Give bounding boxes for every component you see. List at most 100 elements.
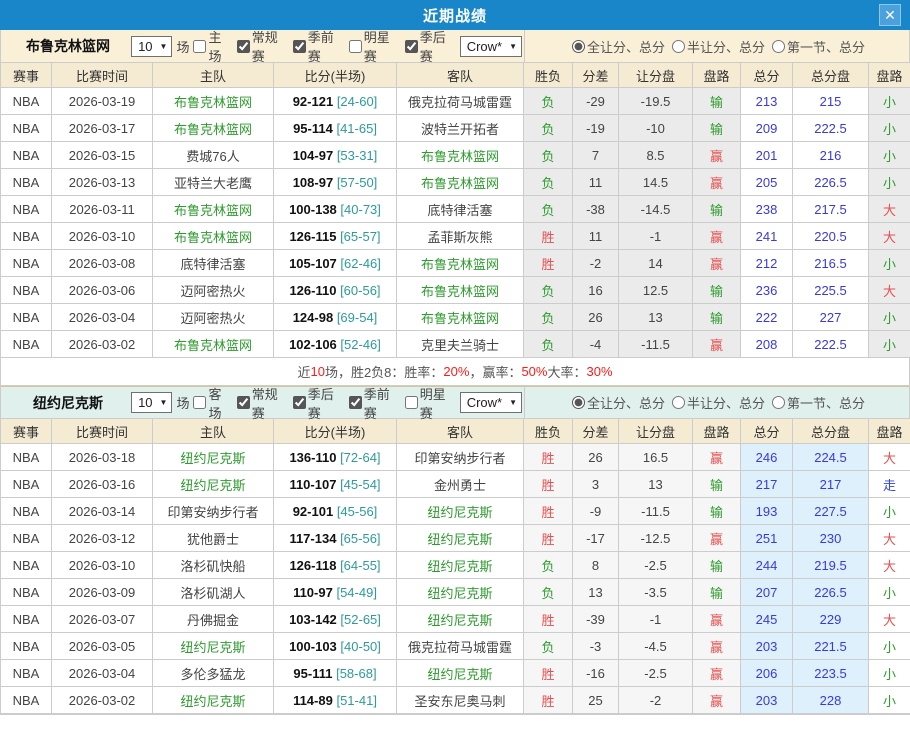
- filter-checkbox-0[interactable]: 主场: [190, 27, 233, 65]
- filter-checkbox-1[interactable]: 常规赛: [234, 27, 290, 65]
- cell-total-points: 251: [741, 525, 793, 552]
- filter-checkbox-3[interactable]: 明星赛: [346, 27, 402, 65]
- cell-league: NBA: [1, 660, 52, 687]
- checkbox-input[interactable]: [405, 396, 418, 409]
- filter-checkbox-1[interactable]: 常规赛: [234, 384, 290, 422]
- cell-win-loss: 负: [524, 331, 573, 358]
- filter-checkbox-4[interactable]: 季后赛: [402, 27, 458, 65]
- filter-checkbox-3[interactable]: 季前赛: [346, 384, 402, 422]
- cell-point-diff: 11: [573, 223, 619, 250]
- cell-win-loss: 负: [524, 115, 573, 142]
- table-row: NBA2026-03-09洛杉矶湖人110-97 [54-49]纽约尼克斯负13…: [1, 579, 910, 606]
- half-time-score: [57-50]: [337, 175, 377, 190]
- checkbox-input[interactable]: [405, 40, 418, 53]
- cell-total-result: 大: [869, 223, 910, 250]
- half-time-score: [51-41]: [336, 693, 376, 708]
- cell-score: 95-111 [58-68]: [274, 660, 397, 687]
- half-time-score: [65-56]: [340, 531, 380, 546]
- scope-radio-0[interactable]: 全让分、总分: [569, 393, 665, 412]
- checkbox-input[interactable]: [237, 40, 250, 53]
- odds-company-select[interactable]: Crow*▼: [460, 392, 522, 413]
- cell-win-loss: 胜: [524, 525, 573, 552]
- cell-total-points: 203: [741, 633, 793, 660]
- cell-away-team: 纽约尼克斯: [397, 606, 524, 633]
- cell-total-line: 227.5: [793, 498, 869, 525]
- half-time-score: [72-64]: [340, 450, 380, 465]
- radio-input[interactable]: [672, 396, 685, 409]
- cell-total-result: 小: [869, 169, 910, 196]
- full-time-score: 105-107: [289, 256, 337, 271]
- odds-company-select[interactable]: Crow*▼: [460, 36, 522, 57]
- cell-handicap-line: 13: [619, 471, 693, 498]
- cell-total-points: 241: [741, 223, 793, 250]
- radio-input[interactable]: [572, 396, 585, 409]
- cell-total-points: 238: [741, 196, 793, 223]
- scope-radio-1[interactable]: 半让分、总分: [669, 37, 765, 56]
- cell-away-team: 布鲁克林篮网: [397, 250, 524, 277]
- cell-date: 2026-03-08: [52, 250, 153, 277]
- filter-checkbox-2[interactable]: 季后赛: [290, 384, 346, 422]
- games-count-select[interactable]: 10▼: [131, 36, 172, 57]
- column-header: 客队: [397, 63, 524, 88]
- cell-total-points: 246: [741, 444, 793, 471]
- table-row: NBA2026-03-12犹他爵士117-134 [65-56]纽约尼克斯胜-1…: [1, 525, 910, 552]
- radio-input[interactable]: [772, 40, 785, 53]
- scope-radio-2[interactable]: 第一节、总分: [769, 37, 865, 56]
- cell-date: 2026-03-02: [52, 331, 153, 358]
- checkbox-input[interactable]: [293, 396, 306, 409]
- cell-total-line: 224.5: [793, 444, 869, 471]
- radio-input[interactable]: [572, 40, 585, 53]
- cell-total-result: 大: [869, 196, 910, 223]
- radio-input[interactable]: [772, 396, 785, 409]
- cell-total-result: 小: [869, 331, 910, 358]
- table-row: NBA2026-03-10布鲁克林篮网126-115 [65-57]孟菲斯灰熊胜…: [1, 223, 910, 250]
- close-button[interactable]: ✕: [879, 4, 901, 26]
- scope-radio-0[interactable]: 全让分、总分: [569, 37, 665, 56]
- games-count-select[interactable]: 10▼: [131, 392, 172, 413]
- scope-radio-1[interactable]: 半让分、总分: [669, 393, 765, 412]
- cell-home-team: 洛杉矶快船: [153, 552, 274, 579]
- sections-container: 布鲁克林篮网10▼场主场常规赛季前赛明星赛季后赛Crow*▼全让分、总分半让分、…: [0, 30, 910, 714]
- cell-total-result: 小: [869, 304, 910, 331]
- cell-total-result: 小: [869, 687, 910, 714]
- cell-point-diff: 8: [573, 552, 619, 579]
- cell-handicap-line: -2: [619, 687, 693, 714]
- cell-home-team: 迈阿密热火: [153, 304, 274, 331]
- half-time-score: [54-49]: [336, 585, 376, 600]
- column-header: 比赛时间: [52, 419, 153, 444]
- checkbox-input[interactable]: [349, 40, 362, 53]
- cell-league: NBA: [1, 525, 52, 552]
- half-time-score: [52-65]: [340, 612, 380, 627]
- team-name-label: 布鲁克林篮网: [15, 36, 121, 56]
- cell-score: 100-103 [40-50]: [274, 633, 397, 660]
- cell-date: 2026-03-05: [52, 633, 153, 660]
- cell-total-points: 217: [741, 471, 793, 498]
- scope-radio-group: 全让分、总分半让分、总分第一节、总分: [524, 30, 909, 62]
- cell-league: NBA: [1, 196, 52, 223]
- half-time-score: [69-54]: [337, 310, 377, 325]
- table-row: NBA2026-03-06迈阿密热火126-110 [60-56]布鲁克林篮网负…: [1, 277, 910, 304]
- half-time-score: [60-56]: [340, 283, 380, 298]
- filter-checkbox-2[interactable]: 季前赛: [290, 27, 346, 65]
- radio-input[interactable]: [672, 40, 685, 53]
- filter-checkbox-4[interactable]: 明星赛: [402, 384, 458, 422]
- cell-score: 92-121 [24-60]: [274, 88, 397, 115]
- cell-point-diff: -17: [573, 525, 619, 552]
- checkbox-input[interactable]: [193, 396, 206, 409]
- cell-total-line: 217.5: [793, 196, 869, 223]
- checkbox-input[interactable]: [349, 396, 362, 409]
- checkbox-input[interactable]: [237, 396, 250, 409]
- cell-score: 95-114 [41-65]: [274, 115, 397, 142]
- checkbox-input[interactable]: [293, 40, 306, 53]
- cell-home-team: 迈阿密热火: [153, 277, 274, 304]
- cell-total-result: 小: [869, 88, 910, 115]
- table-row: NBA2026-03-02布鲁克林篮网102-106 [52-46]克里夫兰骑士…: [1, 331, 910, 358]
- filter-checkbox-0[interactable]: 客场: [190, 384, 233, 422]
- cell-home-team: 底特律活塞: [153, 250, 274, 277]
- summary-text: 近: [297, 362, 310, 381]
- cell-league: NBA: [1, 471, 52, 498]
- cell-home-team: 纽约尼克斯: [153, 471, 274, 498]
- half-time-score: [64-55]: [340, 558, 380, 573]
- scope-radio-2[interactable]: 第一节、总分: [769, 393, 865, 412]
- checkbox-input[interactable]: [193, 40, 206, 53]
